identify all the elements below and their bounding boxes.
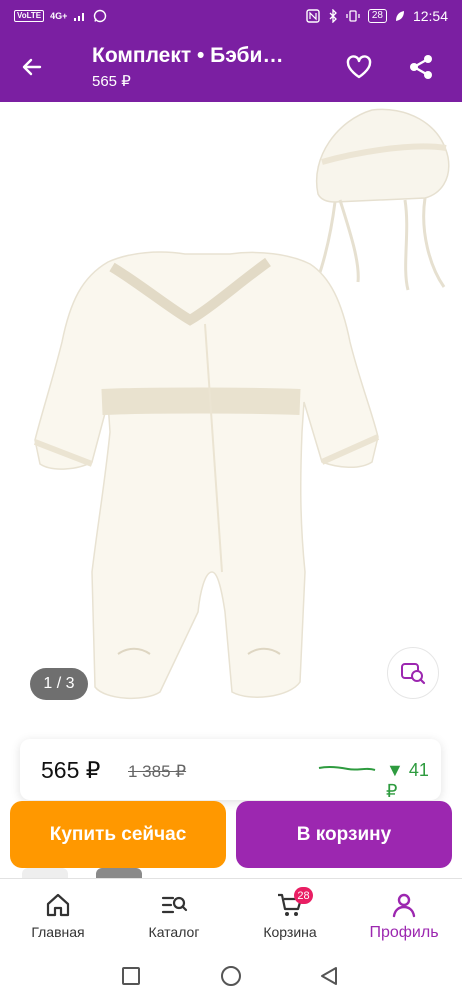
old-price: 1 385 ₽ <box>128 762 187 781</box>
bluetooth-icon <box>329 9 337 23</box>
nav-label-home: Главная <box>31 924 85 940</box>
arrow-left-icon <box>22 58 42 76</box>
image-search-icon <box>401 663 426 685</box>
recent-apps-button[interactable] <box>119 964 143 988</box>
add-to-cart-button[interactable]: В корзину <box>236 801 452 868</box>
header-price: 565 ₽ <box>92 73 131 90</box>
page-title: Комплект • Бэби… <box>92 44 284 67</box>
heart-icon <box>346 55 372 79</box>
nav-label-catalog: Каталог <box>148 924 200 940</box>
network-type: 4G+ <box>50 11 68 21</box>
circle-icon <box>221 966 241 986</box>
share-button[interactable] <box>404 50 438 84</box>
app-bar: Комплект • Бэби… 565 ₽ <box>0 32 462 102</box>
buy-now-button[interactable]: Купить сейчас <box>10 801 226 868</box>
nav-item-profile[interactable]: Профиль <box>346 879 462 951</box>
nav-label-cart: Корзина <box>263 924 317 940</box>
catalog-search-icon <box>161 896 188 914</box>
back-system-button[interactable] <box>317 964 341 988</box>
leaf-icon <box>395 11 404 21</box>
square-icon <box>122 967 140 985</box>
image-counter: 1 / 3 <box>30 668 88 700</box>
clock: 12:54 <box>412 8 448 24</box>
signal-icon <box>74 13 85 21</box>
favorite-button[interactable] <box>342 50 376 84</box>
back-button[interactable] <box>16 51 48 83</box>
price-drop: ▼ 41 ₽ <box>386 760 429 801</box>
bottom-nav: Главная Каталог 28 Корзина Профиль <box>0 878 462 950</box>
vibrate-icon <box>346 10 360 22</box>
product-gallery[interactable]: 1 / 3 <box>0 102 462 718</box>
nav-label-profile: Профиль <box>369 924 439 941</box>
product-image <box>33 108 450 700</box>
triangle-back-icon <box>321 967 337 985</box>
share-icon <box>410 55 432 79</box>
home-icon <box>46 893 70 917</box>
whatsapp-icon <box>94 9 107 23</box>
bonnet-image <box>310 108 450 293</box>
cart-badge: 28 <box>294 887 313 904</box>
system-nav-bar <box>0 950 462 1000</box>
battery-indicator: 28 <box>367 9 387 23</box>
profile-icon <box>392 893 416 918</box>
nav-item-catalog[interactable]: Каталог <box>116 879 232 951</box>
price-history-sparkline[interactable] <box>318 762 376 774</box>
home-system-button[interactable] <box>219 964 243 988</box>
price-card: 565 ₽ 1 385 ₽ ▼ 41 ₽ <box>20 739 441 801</box>
volte-badge: VoLTE <box>14 10 45 22</box>
status-bar: VoLTE 4G+ 28 12:54 <box>0 0 462 32</box>
nfc-icon <box>306 9 320 23</box>
onesie-image <box>33 251 380 700</box>
visual-search-button[interactable] <box>387 647 439 699</box>
nav-item-cart[interactable]: 28 Корзина <box>232 879 348 951</box>
action-buttons: Купить сейчас В корзину <box>0 800 462 878</box>
nav-item-home[interactable]: Главная <box>0 879 116 951</box>
current-price: 565 ₽ <box>41 757 101 783</box>
